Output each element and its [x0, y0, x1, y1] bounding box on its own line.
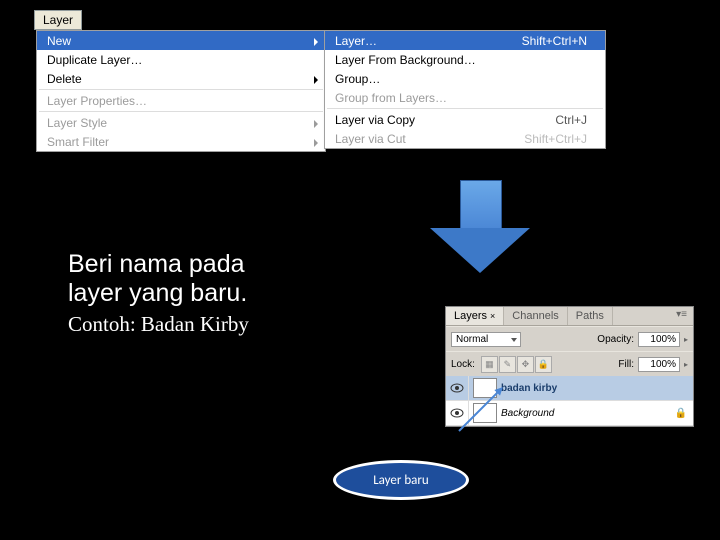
menubar-item-layer[interactable]: Layer	[34, 10, 82, 30]
submenu-new: Layer…Shift+Ctrl+N Layer From Background…	[324, 30, 606, 149]
menu-separator	[327, 108, 603, 109]
submenu-arrow-icon	[314, 139, 318, 147]
eye-icon	[450, 383, 464, 393]
lock-all-icon[interactable]: 🔒	[535, 356, 552, 373]
menu-item-layer-via-copy[interactable]: Layer via CopyCtrl+J	[325, 110, 605, 129]
menu-separator	[39, 89, 323, 90]
menu-layer: New Duplicate Layer… Delete Layer Proper…	[36, 30, 326, 152]
instruction-line2: layer yang baru.	[68, 279, 249, 308]
instruction-line3: Contoh: Badan Kirby	[68, 312, 249, 337]
down-arrow-graphic	[430, 180, 530, 280]
lock-label: Lock:	[451, 359, 475, 370]
menu-item-smart-filter: Smart Filter	[37, 132, 325, 151]
lock-icons: ▦ ✎ ✥ 🔒	[481, 356, 552, 373]
callout-text: Layer baru	[373, 473, 429, 488]
instruction-line1: Beri nama pada	[68, 250, 249, 279]
lock-transparency-icon[interactable]: ▦	[481, 356, 498, 373]
menu-item-layer-properties: Layer Properties…	[37, 91, 325, 110]
shortcut-text: Shift+Ctrl+N	[522, 34, 587, 48]
tab-layers[interactable]: Layers×	[446, 307, 504, 325]
lock-pixels-icon[interactable]: ✎	[499, 356, 516, 373]
tab-channels[interactable]: Channels	[504, 307, 567, 325]
shortcut-text: Ctrl+J	[555, 113, 587, 127]
menu-item-delete[interactable]: Delete	[37, 69, 325, 88]
layer-name[interactable]: Background	[501, 408, 554, 419]
lock-position-icon[interactable]: ✥	[517, 356, 534, 373]
menu-item-layer[interactable]: Layer…Shift+Ctrl+N	[325, 31, 605, 50]
menu-item-layer-style: Layer Style	[37, 113, 325, 132]
menu-separator	[39, 111, 323, 112]
submenu-arrow-icon	[314, 76, 318, 84]
layer-row[interactable]: badan kirby	[446, 376, 693, 401]
lock-icon: 🔒	[675, 408, 687, 419]
instruction-text: Beri nama pada layer yang baru. Contoh: …	[68, 250, 249, 337]
shortcut-text: Shift+Ctrl+J	[524, 132, 587, 146]
fill-label: Fill:	[618, 359, 634, 370]
menu-item-group[interactable]: Group…	[325, 69, 605, 88]
layers-list: badan kirby Background 🔒	[446, 376, 693, 426]
menu-item-new[interactable]: New	[37, 31, 325, 50]
menu-item-group-from-layers: Group from Layers…	[325, 88, 605, 107]
blend-mode-select[interactable]: Normal	[451, 332, 521, 347]
opacity-field[interactable]: 100%	[638, 332, 680, 347]
fill-field[interactable]: 100%	[638, 357, 680, 372]
chevron-right-icon[interactable]: ▸	[684, 360, 688, 369]
tab-paths[interactable]: Paths	[568, 307, 613, 325]
menu-item-layer-from-background[interactable]: Layer From Background…	[325, 50, 605, 69]
visibility-toggle[interactable]	[446, 376, 469, 400]
chevron-right-icon[interactable]: ▸	[684, 335, 688, 344]
eye-icon	[450, 408, 464, 418]
panel-tabs: Layers× Channels Paths ▾≡	[446, 307, 693, 326]
menu-item-layer-via-cut: Layer via CutShift+Ctrl+J	[325, 129, 605, 148]
submenu-arrow-icon	[314, 38, 318, 46]
close-icon[interactable]: ×	[490, 311, 495, 321]
callout-bubble: Layer baru	[333, 460, 469, 500]
opacity-label: Opacity:	[597, 334, 634, 345]
panel-menu-icon[interactable]: ▾≡	[670, 307, 693, 325]
submenu-arrow-icon	[314, 120, 318, 128]
menubar-label: Layer	[43, 13, 73, 27]
layer-name[interactable]: badan kirby	[501, 383, 557, 394]
menu-item-duplicate-layer[interactable]: Duplicate Layer…	[37, 50, 325, 69]
